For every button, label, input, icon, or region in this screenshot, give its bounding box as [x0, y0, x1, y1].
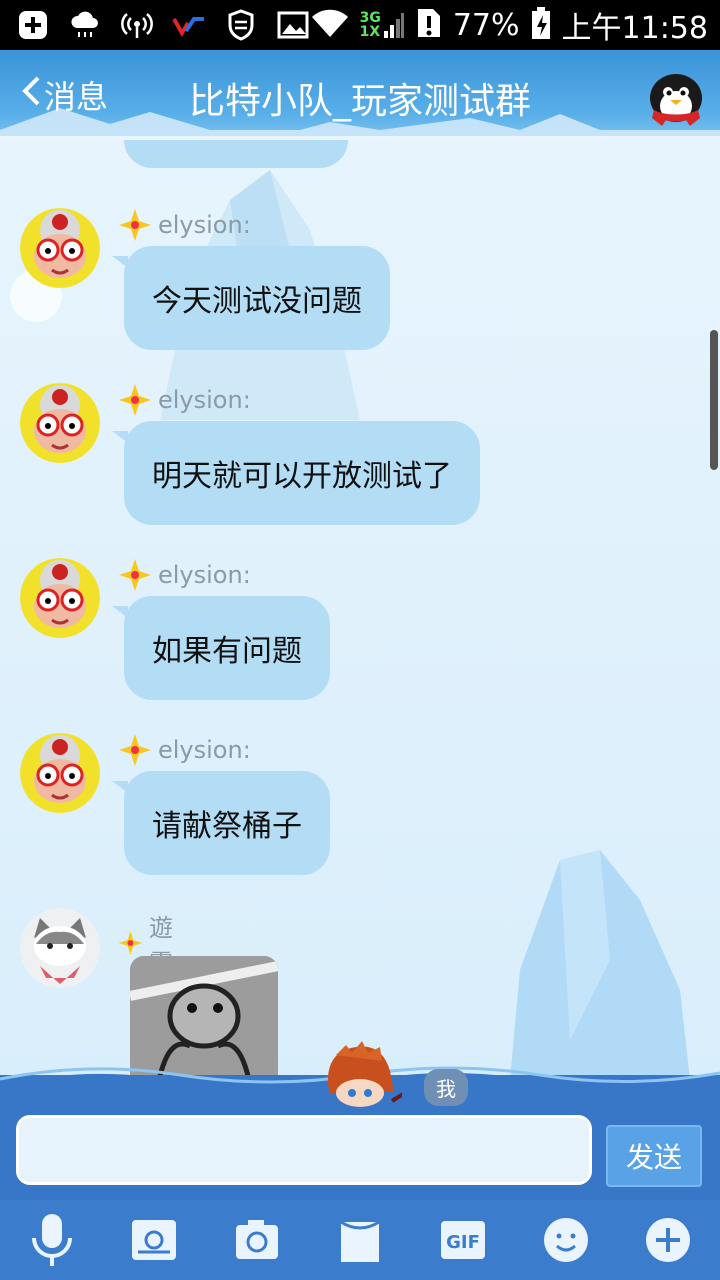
sender-label: elysion: [158, 211, 251, 239]
send-button[interactable]: 发送 [606, 1125, 702, 1187]
message-input[interactable] [16, 1115, 592, 1185]
network-type-1x: 1X [359, 24, 381, 40]
granny-avatar[interactable] [20, 208, 100, 288]
me-tag[interactable]: 我 [424, 1069, 468, 1106]
sparkle-icon [119, 559, 151, 591]
sender-label: elysion: [158, 386, 251, 414]
sparkle-icon [119, 209, 151, 241]
sender-label: elysion: [158, 561, 251, 589]
scrollbar[interactable] [710, 330, 718, 470]
sender-label: elysion: [158, 736, 251, 764]
sender-name: elysion: [118, 733, 251, 767]
sparkle-icon [119, 384, 151, 416]
plus-icon [16, 8, 50, 42]
folder-icon[interactable] [332, 1212, 388, 1268]
page-title: 比特小队_玩家测试群 [188, 81, 531, 122]
microphone-icon[interactable] [24, 1212, 80, 1268]
message-bubble[interactable]: 请献祭桶子 [112, 771, 330, 875]
chat-header: 消息 比特小队_玩家测试群 [0, 50, 720, 140]
network-type-3g: 3G [359, 10, 381, 26]
message-bubble[interactable]: 明天就可以开放测试了 [112, 421, 480, 525]
gif-icon[interactable]: GIF [435, 1212, 491, 1268]
add-icon[interactable] [640, 1212, 696, 1268]
wifi-icon [310, 7, 350, 43]
sender-name: elysion: [118, 558, 251, 592]
granny-avatar[interactable] [20, 558, 100, 638]
hotspot-icon [120, 8, 154, 42]
penguin-avatar-icon[interactable] [644, 64, 708, 128]
camera-icon[interactable] [229, 1212, 285, 1268]
bottom-toolbar: GIF [0, 1200, 720, 1280]
cat-avatar[interactable] [20, 908, 100, 988]
clock: 上午11:58 [561, 11, 708, 46]
image-message[interactable] [130, 956, 278, 1075]
gif-label: GIF [446, 1232, 480, 1253]
message-bubble-partial [124, 140, 348, 168]
signal-icon: 3G 1X [360, 11, 405, 39]
granny-avatar[interactable] [20, 733, 100, 813]
status-bar: 3G 1X 77% 上午11:58 [0, 0, 720, 50]
app-logo-icon [172, 8, 206, 42]
sparkle-icon [118, 931, 143, 955]
emoji-icon[interactable] [538, 1212, 594, 1268]
mascot-character [322, 1041, 410, 1111]
battery-charging-icon [530, 6, 552, 44]
battery-percent: 77% [452, 7, 520, 43]
message-bubble[interactable]: 如果有问题 [112, 596, 330, 700]
sender-name: elysion: [118, 383, 251, 417]
sparkle-icon [119, 734, 151, 766]
iceberg-background-right [510, 850, 690, 1075]
sender-name: elysion: [118, 208, 251, 242]
message-bubble[interactable]: 今天测试没问题 [112, 246, 390, 350]
shield-icon [224, 8, 258, 42]
cloud-rain-icon [68, 8, 102, 42]
granny-avatar[interactable] [20, 383, 100, 463]
input-bar: 我 发送 [0, 1041, 720, 1200]
image-gallery-icon[interactable] [126, 1212, 182, 1268]
image-icon [276, 8, 310, 42]
meme-image [130, 956, 278, 1075]
chat-area[interactable]: elysion: 今天测试没问题 elysion: 明天就可以开放测试了 ely… [0, 140, 720, 1075]
sim-alert-icon [415, 6, 443, 44]
